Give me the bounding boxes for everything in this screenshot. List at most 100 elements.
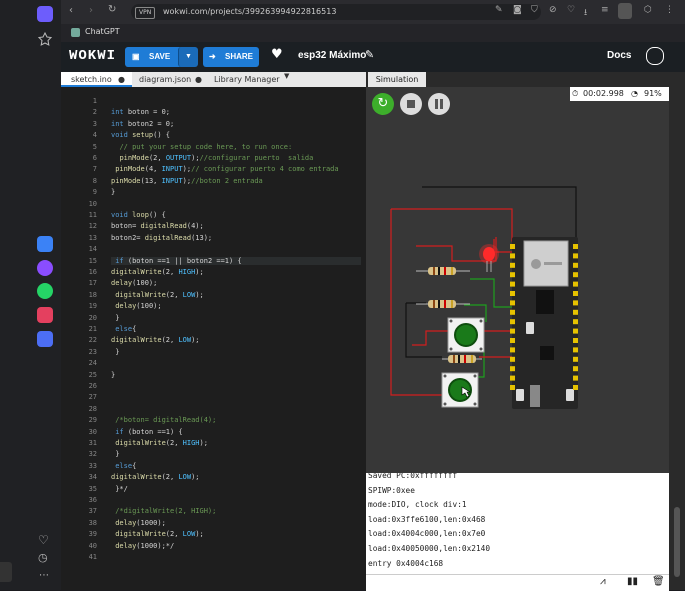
code-line[interactable]: digitalWrite(2, LOW);	[111, 291, 204, 299]
pin[interactable]	[573, 366, 578, 372]
url-text[interactable]: wokwi.com/projects/399263994922816513	[163, 4, 336, 20]
pin[interactable]	[510, 356, 515, 362]
project-name[interactable]: esp32 Máximo	[298, 50, 366, 61]
code-line[interactable]: }	[111, 371, 115, 379]
code-line[interactable]: }	[111, 314, 119, 322]
tab-sketch[interactable]: sketch.ino ●	[61, 72, 132, 87]
pin[interactable]	[510, 281, 515, 287]
code-line[interactable]: int boton2 = 0;	[111, 120, 174, 128]
code-line[interactable]: // put your setup code here, to run once…	[111, 143, 292, 151]
heart-icon[interactable]: ♡	[567, 5, 575, 15]
home-icon[interactable]	[37, 6, 53, 22]
scrollbar-thumb[interactable]	[674, 507, 680, 577]
tabs-dropdown-icon[interactable]: ▼	[284, 72, 289, 80]
code-line[interactable]: digitalWrite(2, LOW);	[111, 336, 200, 344]
pin[interactable]	[510, 300, 515, 306]
pin[interactable]	[510, 385, 515, 390]
like-heart-icon[interactable]: ♥	[271, 47, 283, 62]
pin[interactable]	[573, 281, 578, 287]
code-line[interactable]: delay(1000);	[111, 519, 166, 527]
heart-icon[interactable]: ♡	[38, 533, 49, 547]
code-line[interactable]: boton2= digitalRead(13);	[111, 234, 212, 242]
edit-icon[interactable]: ✎	[495, 5, 503, 15]
camera-icon[interactable]: ◙	[513, 5, 522, 15]
code-line[interactable]: digitalWrite(2, LOW);	[111, 530, 204, 538]
code-line[interactable]: pinMode(13, INPUT);//boton 2 entrada	[111, 177, 263, 185]
code-line[interactable]: delay(100);	[111, 279, 157, 287]
more-icon[interactable]: ⋮	[665, 5, 674, 15]
code-editor[interactable]: 1 2 3 4 5 6 7 8 9 10 11 12 13 14 15 16 17 18 19 20 21 22 23 24 2…	[61, 87, 366, 590]
pin[interactable]	[573, 356, 578, 362]
trash-icon[interactable]: 🗑	[652, 576, 665, 587]
shield-icon[interactable]: ⛉	[531, 5, 538, 15]
whatsapp-icon[interactable]	[37, 283, 53, 299]
forward-icon[interactable]: ›	[89, 5, 93, 16]
pin[interactable]	[510, 347, 515, 353]
pin[interactable]	[510, 366, 515, 372]
simulation-canvas[interactable]: ↻ ⏱ 00:02.998 ◔ 91%	[366, 87, 669, 473]
code-line[interactable]: if (boton ==1) {	[111, 428, 182, 436]
pin[interactable]	[573, 385, 578, 390]
pin[interactable]	[573, 338, 578, 343]
plotter-icon[interactable]: ⩘	[600, 576, 606, 587]
pin[interactable]	[573, 262, 578, 268]
tab-library-manager[interactable]: Library Manager	[214, 72, 294, 87]
more-icon[interactable]: ⋯	[39, 570, 49, 581]
code-line[interactable]: pinMode(2, OUTPUT);//configurar puerto s…	[111, 154, 313, 162]
pin[interactable]	[573, 375, 578, 381]
avatar[interactable]	[646, 47, 664, 65]
cube-icon[interactable]: ⬡	[644, 5, 652, 15]
code-line[interactable]: void setup() {	[111, 131, 170, 139]
clock-icon[interactable]: ◷	[38, 551, 48, 564]
code-line[interactable]: if (boton ==1 || boton2 ==1) {	[111, 256, 361, 265]
code-line[interactable]: delay(100);	[111, 302, 161, 310]
code-line[interactable]: }	[111, 348, 119, 356]
pencil-icon[interactable]: ✎	[365, 48, 374, 61]
pin[interactable]	[510, 375, 515, 381]
vpn-badge[interactable]: VPN	[135, 7, 156, 19]
share-button[interactable]: ➜ SHARE	[203, 47, 259, 67]
pause-serial-icon[interactable]: ▮▮	[627, 576, 638, 587]
code-line[interactable]: boton= digitalRead(4);	[111, 222, 204, 230]
code-line[interactable]: }	[111, 188, 115, 196]
pin[interactable]	[573, 244, 578, 249]
code-line[interactable]: digitalWrite(2, LOW);	[111, 473, 200, 481]
pin[interactable]	[510, 244, 515, 249]
back-icon[interactable]: ‹	[69, 5, 73, 16]
pin[interactable]	[510, 262, 515, 268]
serial-monitor[interactable]: Saved PC:0xffffffff SPIWP:0xee mode:DIO, c…	[366, 473, 669, 574]
pin-icon[interactable]	[37, 31, 53, 46]
pin[interactable]	[573, 253, 578, 259]
code-line[interactable]: else{	[111, 325, 136, 333]
code-line[interactable]: else{	[111, 462, 136, 470]
menu-icon[interactable]: ≡	[601, 5, 609, 15]
pin[interactable]	[510, 319, 515, 325]
pin[interactable]	[510, 253, 515, 259]
pin[interactable]	[573, 300, 578, 306]
app2-icon[interactable]	[37, 331, 53, 347]
pin[interactable]	[510, 309, 515, 315]
docs-link[interactable]: Docs	[607, 50, 631, 61]
code-line[interactable]: delay(1000);*/	[111, 542, 174, 550]
download-icon[interactable]: ⭳	[584, 5, 587, 21]
pin[interactable]	[573, 291, 578, 296]
pin[interactable]	[573, 309, 578, 315]
circuit-diagram[interactable]	[366, 87, 669, 473]
save-dropdown-button[interactable]: ▼	[178, 47, 198, 67]
block-icon[interactable]: ⊘	[549, 5, 557, 15]
app-icon[interactable]	[37, 236, 53, 252]
tab-simulation[interactable]: Simulation	[368, 72, 426, 87]
tab-diagram[interactable]: diagram.json ●	[139, 72, 211, 87]
messenger-icon[interactable]	[37, 260, 53, 276]
pin[interactable]	[510, 328, 515, 334]
bookmark-chatgpt[interactable]: ChatGPT	[85, 27, 120, 36]
code-line[interactable]: /*boton= digitalRead(4);	[111, 416, 216, 424]
pin[interactable]	[573, 319, 578, 325]
wokwi-logo[interactable]: WOKWI	[69, 48, 116, 64]
reload-icon[interactable]: ↻	[108, 4, 116, 15]
sidebar-handle[interactable]	[0, 562, 12, 582]
code-line[interactable]: digitalWrite(2, HIGH);	[111, 439, 208, 447]
instagram-icon[interactable]	[37, 307, 53, 323]
pin[interactable]	[573, 347, 578, 353]
pin[interactable]	[510, 291, 515, 296]
